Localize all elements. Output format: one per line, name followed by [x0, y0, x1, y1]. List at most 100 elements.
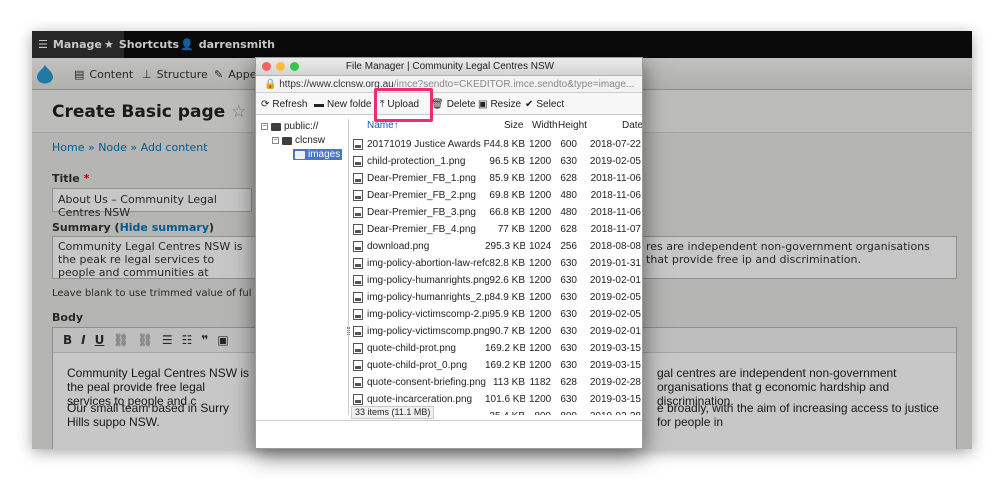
file-size: 84.9 KB — [489, 292, 525, 303]
image-file-icon — [353, 139, 363, 150]
file-width: 1200 — [529, 258, 551, 269]
file-date: 2019-03-15 — [589, 343, 641, 354]
close-window-button[interactable] — [262, 62, 271, 71]
tree-node-images[interactable]: images — [293, 149, 343, 160]
file-name: child-protection_1.png — [367, 156, 466, 167]
image-file-icon — [353, 173, 363, 184]
file-name: quote-incarceration.png — [367, 394, 473, 405]
file-width: 1200 — [529, 156, 551, 167]
file-height: 630 — [560, 360, 577, 371]
table-row[interactable]: child-protection_1.png 96.5 KB 1200 630 2019… — [349, 153, 642, 170]
table-row[interactable]: Dear-Premier_FB_4.png 77 KB 1200 628 2018-11… — [349, 221, 642, 238]
table-row[interactable]: img-policy-victimscomp-2.png 95.9 KB 1200 6… — [349, 306, 642, 323]
table-row[interactable]: 20171019 Justice Awards Prue44.8 KB 1200 6… — [349, 136, 642, 153]
select-button[interactable]: ✔ Select — [525, 93, 564, 115]
file-size: 295.3 KB — [485, 241, 525, 252]
file-size: 101.6 KB — [485, 394, 525, 405]
table-row[interactable]: img-policy-victimscomp.png 90.7 KB 1200 630… — [349, 323, 642, 340]
table-row[interactable]: Dear-Premier_FB_3.png 66.8 KB 1200 480 2018-… — [349, 204, 642, 221]
file-name: Dear-Premier_FB_1.png — [367, 173, 476, 184]
file-width: 1200 — [529, 309, 551, 320]
column-width-header[interactable]: Width — [532, 120, 558, 131]
maximize-window-button[interactable] — [290, 62, 299, 71]
image-file-icon — [353, 190, 363, 201]
file-name: quote-child-prot_0.png — [367, 360, 468, 371]
open-folder-icon — [295, 150, 305, 159]
collapse-toggle-icon[interactable]: − — [272, 137, 279, 144]
new-folder-button[interactable]: ▬ New folde — [314, 93, 371, 115]
file-date: 2019-03-15 — [589, 394, 641, 405]
file-size: 113 KB — [492, 377, 525, 388]
file-height: 630 — [560, 343, 577, 354]
file-height: 630 — [560, 394, 577, 405]
file-list: Name↑ Size Width Height Date 20171019 Ju… — [349, 119, 642, 415]
column-height-header[interactable]: Height — [558, 120, 587, 131]
table-row[interactable]: img-policy-humanrights_2.png 84.9 KB 1200 6… — [349, 289, 642, 306]
tree-label-clcnsw: clcnsw — [295, 135, 326, 146]
file-height: 630 — [560, 275, 577, 286]
file-height: 628 — [560, 377, 577, 388]
table-row[interactable]: quote-consent-briefing.png 113 KB 1182 628 2… — [349, 374, 642, 391]
tree-node-public[interactable]: − public:// — [261, 121, 318, 132]
folder-icon — [282, 136, 292, 145]
file-size: 35.4 KB — [485, 411, 525, 415]
file-height: 630 — [560, 292, 577, 303]
image-file-icon — [353, 156, 363, 167]
new-folder-label: New folde — [327, 98, 372, 110]
column-size-header[interactable]: Size — [504, 120, 523, 131]
file-name: Dear-Premier_FB_2.png — [367, 190, 476, 201]
file-height: 256 — [560, 241, 577, 252]
delete-button[interactable]: 🗑 Delete — [431, 93, 476, 115]
file-width: 1200 — [529, 173, 551, 184]
table-row[interactable]: download.png 295.3 KB 1024 256 2018-08-08 — [349, 238, 642, 255]
table-row[interactable]: quote-child-prot.png 169.2 KB 1200 630 2019-… — [349, 340, 642, 357]
file-height: 628 — [560, 224, 577, 235]
table-row[interactable]: Dear-Premier_FB_2.png 69.8 KB 1200 480 2018-… — [349, 187, 642, 204]
resize-button[interactable]: ▣ Resize — [478, 93, 521, 115]
resize-label: Resize — [490, 98, 522, 110]
file-width: 1200 — [529, 394, 551, 405]
file-width: 1200 — [529, 292, 551, 303]
file-height: 630 — [560, 156, 577, 167]
file-name: Dear-Premier_FB_4.png — [367, 224, 476, 235]
file-date: 2018-08-08 — [589, 241, 641, 252]
select-label: Select — [536, 98, 565, 110]
file-width: 1200 — [529, 224, 551, 235]
table-row[interactable]: quote-child-prot_0.png 169.2 KB 1200 630 201… — [349, 357, 642, 374]
file-name: quote-child-prot.png — [367, 343, 456, 354]
file-date: 2018-07-22 — [589, 139, 641, 150]
table-row[interactable]: img-policy-abortion-law-reforn 82.8 KB 120… — [349, 255, 642, 272]
collapse-toggle-icon[interactable]: − — [261, 123, 268, 130]
file-size: 95.9 KB — [489, 309, 525, 320]
image-file-icon — [353, 343, 363, 354]
column-name-header[interactable]: Name↑ — [367, 120, 399, 131]
table-row[interactable]: img-policy-humanrights.png 92.6 KB 1200 630… — [349, 272, 642, 289]
tree-node-clcnsw[interactable]: − clcnsw — [272, 135, 325, 146]
file-size: 77 KB — [497, 224, 525, 235]
file-name: Dear-Premier_FB_3.png — [367, 207, 476, 218]
file-size: 90.7 KB — [489, 326, 525, 337]
window-controls — [262, 62, 299, 71]
file-size: 44.8 KB — [489, 139, 525, 150]
file-width: 1200 — [529, 190, 551, 201]
minimize-window-button[interactable] — [276, 62, 285, 71]
column-date-header[interactable]: Date — [622, 120, 642, 131]
image-file-icon — [353, 377, 363, 388]
file-size: 92.6 KB — [489, 275, 525, 286]
file-date: 2018-11-06 — [590, 190, 641, 201]
file-manager-toolbar: ⟳ Refresh ▬ New folde ⤒ Upload 🗑 Delete … — [256, 93, 642, 115]
file-width: 1182 — [529, 377, 551, 388]
file-width: 1200 — [529, 139, 551, 150]
image-file-icon — [353, 394, 363, 405]
file-size: 82.8 KB — [489, 258, 525, 269]
file-height: 600 — [560, 139, 577, 150]
image-file-icon — [353, 326, 363, 337]
table-row[interactable]: Dear-Premier_FB_1.png 85.9 KB 1200 628 2018-… — [349, 170, 642, 187]
file-size: 169.2 KB — [485, 360, 525, 371]
refresh-button[interactable]: ⟳ Refresh — [261, 93, 307, 115]
file-width: 1200 — [529, 207, 551, 218]
image-file-icon — [353, 309, 363, 320]
url-bar[interactable]: 🔒 https://www.clcnsw.org.au/imce?sendto=… — [256, 76, 642, 93]
file-date: 2019-03-15 — [589, 360, 641, 371]
file-date: 2019-01-31 — [589, 258, 641, 269]
